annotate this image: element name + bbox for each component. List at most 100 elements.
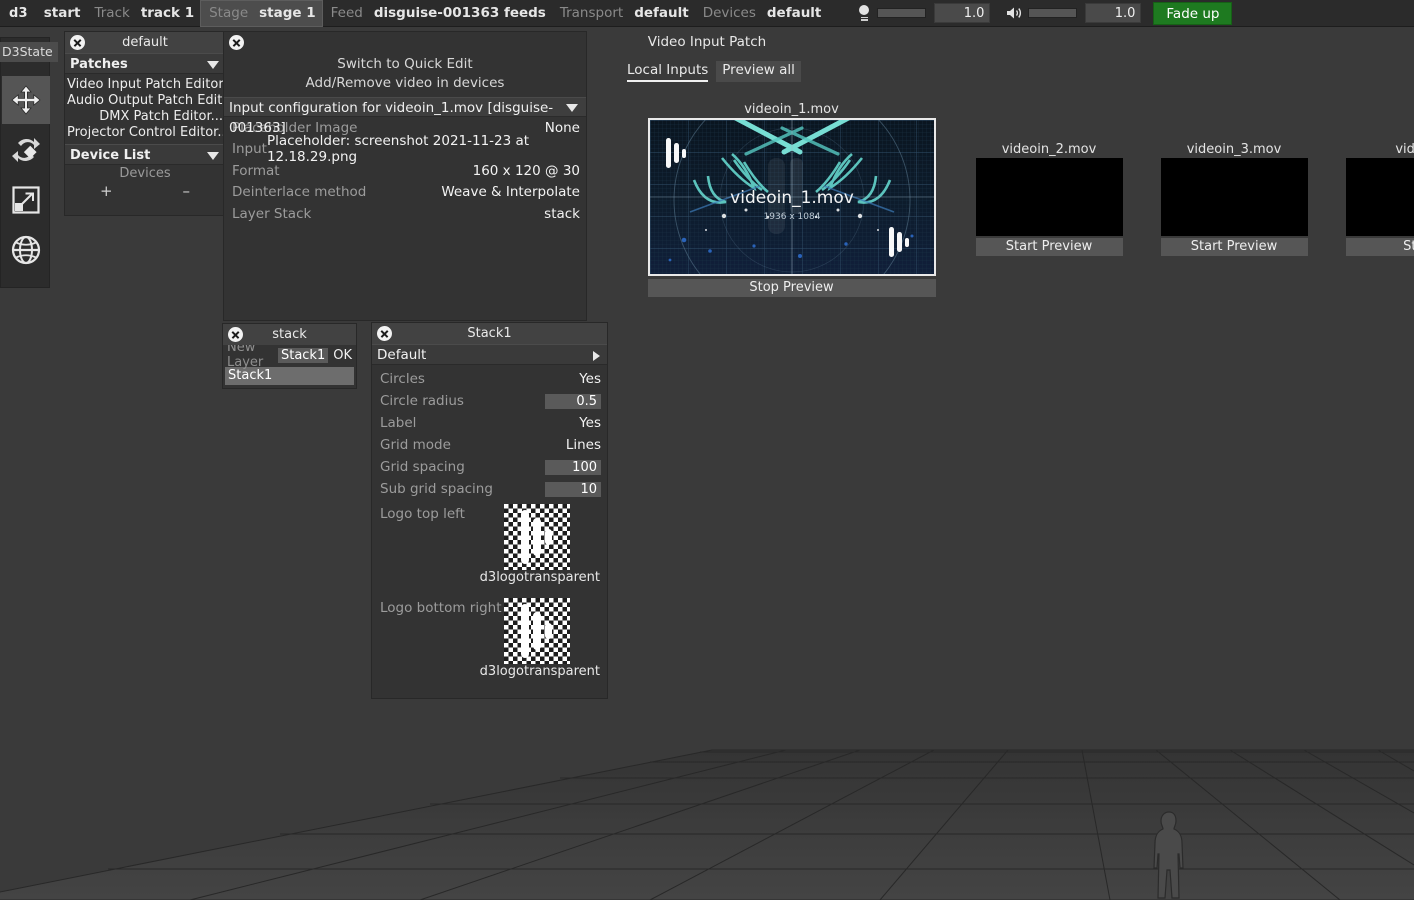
feed-selector[interactable]: Feed disguise-001363 feeds [323, 0, 552, 27]
device-list-section-header[interactable]: Device List [65, 144, 225, 165]
property-key: Logo bottom right [380, 600, 502, 616]
track-value[interactable]: track 1 [135, 5, 200, 21]
add-device-button[interactable]: + [100, 183, 113, 199]
row-deinterlace-method[interactable]: Deinterlace method Weave & Interpolate [224, 182, 586, 204]
chevron-right-icon[interactable] [593, 351, 600, 361]
stage-value[interactable]: stage 1 [253, 5, 322, 21]
list-item[interactable]: Stack1 [225, 367, 354, 385]
d3state-tooltip: D3State [0, 42, 58, 62]
brightness-slider[interactable] [877, 8, 927, 18]
start-button[interactable]: start [38, 5, 87, 21]
video-thumb-preview-2[interactable] [975, 158, 1123, 236]
property-grid-spacing[interactable]: Grid spacing 100 [372, 456, 607, 478]
row-value[interactable]: stack [544, 206, 580, 222]
transport-selector[interactable]: Transport default [552, 0, 695, 27]
input-config-selector[interactable]: Input configuration for videoin_1.mov [d… [224, 97, 586, 136]
video-thumb-card-1[interactable]: videoin_1.mov videoin_1.mov 1936 x 1084 … [634, 101, 949, 302]
move-tool-button[interactable] [2, 76, 50, 124]
property-value[interactable]: Lines [566, 437, 601, 453]
patch-item-audio-output[interactable]: Audio Output Patch Editor... [65, 93, 247, 109]
new-layer-row: New Layer Stack1 OK [223, 340, 356, 370]
property-key: Logo top left [380, 506, 465, 522]
video-thumb-name-2: videoin_2.mov [1001, 142, 1097, 157]
video-thumb-toggle-1[interactable]: Stop Preview [647, 279, 936, 297]
video-thumb-preview-4[interactable] [1345, 158, 1414, 236]
new-layer-input[interactable]: Stack1 [277, 347, 329, 363]
close-icon[interactable] [70, 35, 85, 50]
chevron-down-icon[interactable] [566, 104, 578, 112]
row-key: Deinterlace method [232, 184, 367, 201]
volume-slider[interactable] [1028, 8, 1078, 18]
video-thumb-toggle-4[interactable]: Start [1345, 238, 1414, 256]
property-label[interactable]: Label Yes [372, 412, 607, 434]
devices-label: Devices [119, 166, 171, 181]
property-logo-top-left[interactable]: Logo top left d3logotransparent [372, 504, 607, 598]
patches-section-header[interactable]: Patches [65, 53, 225, 74]
property-value-field[interactable]: 100 [545, 459, 601, 475]
patch-editor-list: Video Input Patch Editor... Audio Output… [65, 74, 247, 144]
tab-local-inputs[interactable]: Local Inputs [627, 61, 709, 82]
brightness-value-field[interactable]: 1.0 [934, 3, 991, 23]
track-label: Track [94, 5, 130, 21]
device-add-remove-controls: + – [65, 183, 225, 199]
remove-device-button[interactable]: – [183, 183, 191, 199]
row-input[interactable]: Input Placeholder: screenshot 2021-11-23… [224, 133, 586, 165]
property-value[interactable]: Yes [579, 415, 601, 431]
property-sub-grid-spacing[interactable]: Sub grid spacing 10 [372, 478, 607, 500]
row-value[interactable]: 160 x 120 @ 30 [473, 163, 580, 179]
property-value-field[interactable]: 0.5 [545, 393, 601, 409]
logo-bottom-right-swatch[interactable] [504, 598, 570, 664]
patches-window-titlebar: default [65, 32, 225, 53]
chevron-down-icon[interactable] [207, 61, 219, 69]
property-key: Label [380, 415, 417, 431]
video-thumb-card-4[interactable]: videoin Start [1333, 141, 1414, 261]
globe-tool-button[interactable] [2, 226, 50, 274]
video-thumb-toggle-3[interactable]: Start Preview [1160, 238, 1308, 256]
patch-item-projector-control[interactable]: Projector Control Editor... [65, 125, 230, 141]
video-thumb-preview-1[interactable]: videoin_1.mov 1936 x 1084 [647, 118, 936, 276]
property-value[interactable]: Yes [579, 371, 601, 387]
property-grid-mode[interactable]: Grid mode Lines [372, 434, 607, 456]
app-logo[interactable]: d3 [0, 6, 38, 21]
row-value[interactable]: Weave & Interpolate [441, 184, 580, 200]
scale-tool-button[interactable] [2, 176, 50, 224]
fade-up-button[interactable]: Fade up [1153, 1, 1233, 25]
transport-value[interactable]: default [628, 5, 695, 21]
rotate-tool-button[interactable] [2, 126, 50, 174]
video-thumb-card-3[interactable]: videoin_3.mov Start Preview [1148, 141, 1320, 261]
devices-value[interactable]: default [761, 5, 828, 21]
chevron-down-icon[interactable] [207, 152, 219, 160]
property-value-field[interactable]: 10 [545, 481, 601, 497]
property-circle-radius[interactable]: Circle radius 0.5 [372, 390, 607, 412]
property-key: Grid spacing [380, 459, 465, 475]
svg-text:1936 x 1084: 1936 x 1084 [763, 212, 820, 222]
logo-top-left-swatch[interactable] [504, 504, 570, 570]
transport-label: Transport [559, 5, 624, 21]
stage-selector[interactable]: Stage stage 1 [200, 0, 323, 27]
logo-top-left-caption: d3logotransparent [479, 570, 600, 585]
stack-window-titlebar: stack [223, 324, 356, 345]
stack1-preset-selector[interactable]: Default [372, 344, 607, 365]
feed-value[interactable]: disguise-001363 feeds [368, 5, 552, 21]
close-icon[interactable] [377, 326, 392, 341]
row-layer-stack[interactable]: Layer Stack stack [224, 203, 586, 225]
video-thumb-preview-3[interactable] [1160, 158, 1308, 236]
new-layer-ok-button[interactable]: OK [333, 348, 352, 363]
close-icon[interactable] [229, 35, 244, 50]
video-thumb-card-2[interactable]: videoin_2.mov Start Preview [963, 141, 1135, 261]
video-thumb-toggle-2[interactable]: Start Preview [975, 238, 1123, 256]
track-selector[interactable]: Track track 1 [86, 0, 200, 27]
devices-selector[interactable]: Devices default [695, 0, 828, 27]
add-remove-video-button[interactable]: Add/Remove video in devices [224, 74, 586, 93]
stack-window: stack New Layer Stack1 OK Stack1 [222, 323, 357, 389]
row-value[interactable]: Placeholder: screenshot 2021-11-23 at 12… [267, 133, 580, 165]
tab-preview-all[interactable]: Preview all [716, 61, 801, 82]
switch-to-quick-edit-button[interactable]: Switch to Quick Edit [224, 55, 586, 74]
property-circles[interactable]: Circles Yes [372, 368, 607, 390]
input-config-titlebar [224, 32, 586, 53]
volume-value-field[interactable]: 1.0 [1085, 3, 1142, 23]
close-icon[interactable] [228, 327, 243, 342]
property-logo-bottom-right[interactable]: Logo bottom right d3logotransparent [372, 598, 607, 692]
patch-item-dmx[interactable]: DMX Patch Editor... [65, 109, 225, 125]
patch-item-video-input[interactable]: Video Input Patch Editor... [65, 77, 235, 93]
